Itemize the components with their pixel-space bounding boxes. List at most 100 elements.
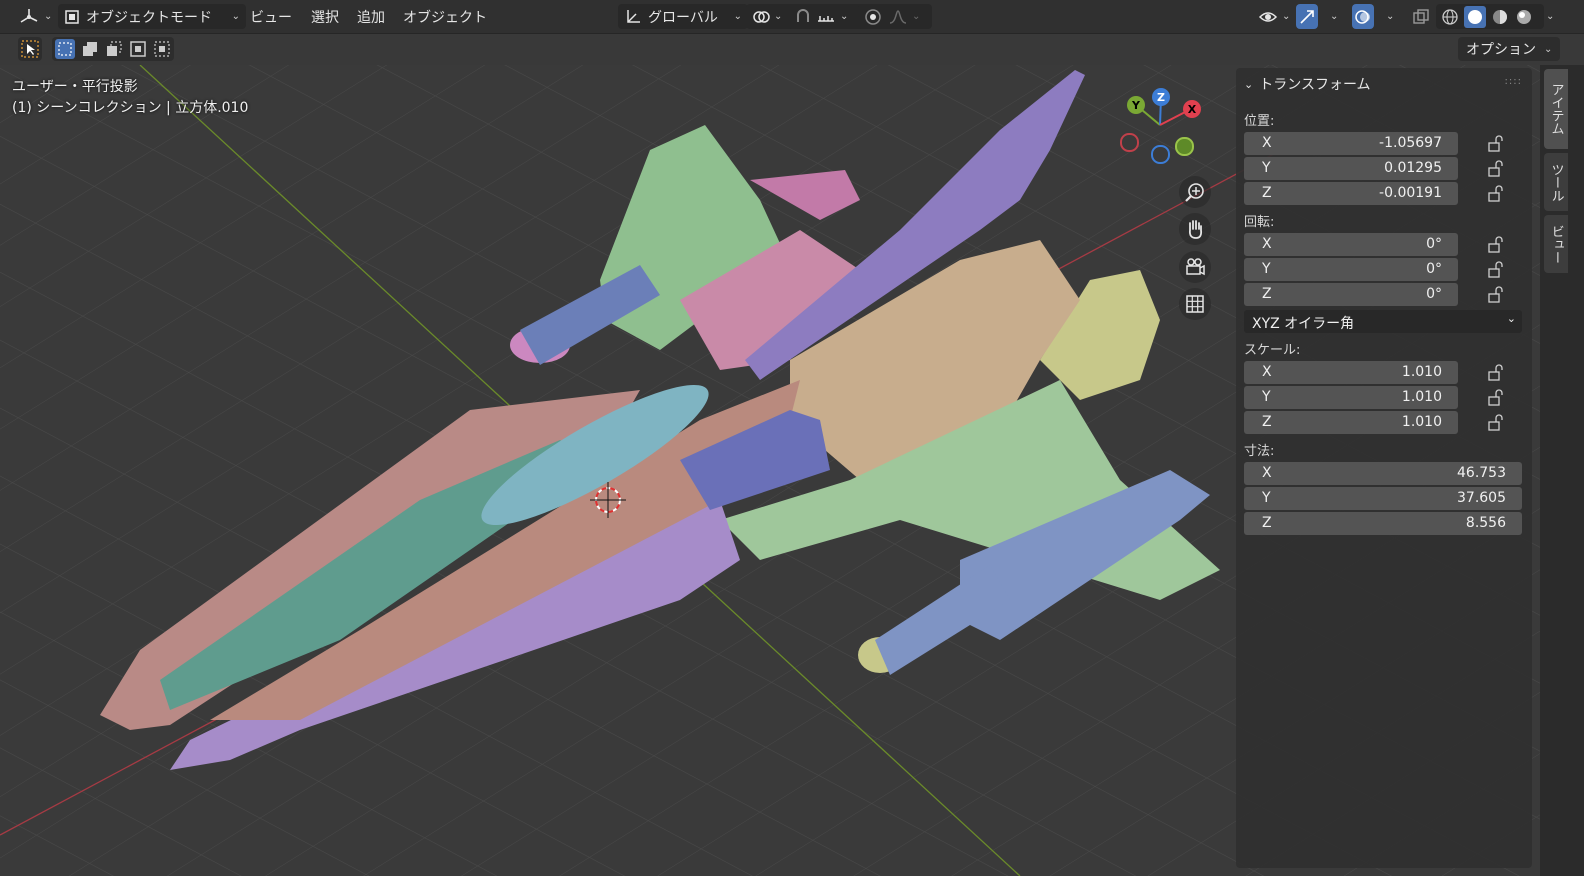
select-invert-icon[interactable] xyxy=(129,40,147,58)
scale-x-field[interactable]: X 1.010 xyxy=(1244,361,1458,384)
menu-select[interactable]: 選択 xyxy=(311,7,339,27)
scale-label: スケール: xyxy=(1244,343,1301,358)
gizmo-z-positive[interactable]: Z xyxy=(1152,88,1170,106)
dimensions-y-field[interactable]: Y 37.605 xyxy=(1244,487,1522,510)
visibility-dropdown[interactable]: ⌄ xyxy=(1252,4,1296,29)
solid-shading-icon[interactable] xyxy=(1464,5,1486,28)
grid-icon xyxy=(1186,295,1204,313)
location-y-field[interactable]: Y 0.01295 xyxy=(1244,157,1458,180)
overlays-dropdown[interactable]: ⌄ xyxy=(1376,4,1400,29)
field-value: 8.556 xyxy=(1465,515,1506,531)
hand-icon xyxy=(1188,220,1203,239)
gizmo-y-positive[interactable]: Y xyxy=(1127,96,1145,114)
pivot-point-dropdown[interactable]: ⌄ xyxy=(746,4,794,29)
chevron-down-icon: ⌄ xyxy=(1282,11,1291,22)
sidebar-panel: ⌄ トランスフォーム :::: 位置: X -1.05697 Y 0.01295 Z… xyxy=(1236,68,1532,868)
orientation-label: グローバル xyxy=(648,9,718,26)
field-value: -1.05697 xyxy=(1379,135,1442,151)
axis-label: X xyxy=(1262,135,1272,151)
lock-location-y-icon[interactable] xyxy=(1486,159,1506,179)
falloff-curve-icon xyxy=(889,9,907,24)
rendered-shading-icon[interactable] xyxy=(1514,7,1534,27)
chevron-down-icon: ⌄ xyxy=(1330,11,1339,22)
rotation-z-field[interactable]: Z 0° xyxy=(1244,283,1458,306)
rotation-y-field[interactable]: Y 0° xyxy=(1244,258,1458,281)
dimensions-x-field[interactable]: X 46.753 xyxy=(1244,462,1522,485)
lock-scale-z-icon[interactable] xyxy=(1486,413,1506,433)
axis-label: Y xyxy=(1262,490,1271,506)
tab-view[interactable]: ビュー xyxy=(1544,215,1568,273)
lock-rotation-x-icon[interactable] xyxy=(1486,235,1506,255)
location-x-field[interactable]: X -1.05697 xyxy=(1244,132,1458,155)
cursor-select-icon xyxy=(21,40,39,58)
view-name: ユーザー・平行投影 xyxy=(12,79,138,95)
snap-group[interactable]: ⌄ xyxy=(788,4,864,29)
rotation-x-field[interactable]: X 0° xyxy=(1244,233,1458,256)
xray-toggle-button[interactable] xyxy=(1406,4,1436,29)
transform-section-header[interactable]: ⌄ トランスフォーム xyxy=(1244,74,1371,94)
tool-settings-bar: オプション ⌄ xyxy=(0,33,1584,65)
object-mode-icon xyxy=(65,9,79,24)
chevron-down-icon: ⌄ xyxy=(1506,312,1516,325)
menu-object[interactable]: オブジェクト xyxy=(403,7,487,27)
gizmo-y-negative[interactable] xyxy=(1175,137,1194,156)
chevron-down-icon: ⌄ xyxy=(1244,77,1254,91)
select-intersect-icon[interactable] xyxy=(153,40,171,58)
mode-label: オブジェクトモード xyxy=(86,9,212,26)
gizmo-dropdown[interactable]: ⌄ xyxy=(1320,4,1344,29)
field-value: 1.010 xyxy=(1401,389,1442,405)
select-set-icon[interactable] xyxy=(55,39,75,59)
options-dropdown[interactable]: オプション ⌄ xyxy=(1458,37,1561,61)
shading-dropdown[interactable]: ⌄ xyxy=(1536,4,1560,29)
select-extend-icon[interactable] xyxy=(81,40,99,58)
selection-mode-group xyxy=(52,37,174,61)
wireframe-shading-icon[interactable] xyxy=(1440,7,1460,27)
lock-location-x-icon[interactable] xyxy=(1486,134,1506,154)
chevron-down-icon: ⌄ xyxy=(44,11,53,22)
drag-handle-icon[interactable]: :::: xyxy=(1505,76,1522,87)
navigation-gizmo[interactable]: Y Z X xyxy=(1116,85,1206,175)
overlays-toggle-button[interactable] xyxy=(1352,4,1374,29)
tab-tool[interactable]: ツール xyxy=(1544,153,1568,211)
mode-dropdown[interactable]: オブジェクトモード ⌄ xyxy=(58,4,246,29)
collection-info: (1) シーンコレクション | 立方体.010 xyxy=(12,100,249,116)
gizmo-toggle-button[interactable] xyxy=(1296,4,1318,29)
zoom-button[interactable] xyxy=(1179,176,1211,208)
lock-rotation-z-icon[interactable] xyxy=(1486,285,1506,305)
overlays-icon xyxy=(1355,9,1370,24)
tab-item[interactable]: アイテム xyxy=(1544,69,1568,149)
chevron-down-icon: ⌄ xyxy=(912,11,921,22)
pivot-icon xyxy=(753,10,770,23)
section-title: トランスフォーム xyxy=(1259,77,1371,93)
ortho-toggle-button[interactable] xyxy=(1179,288,1211,320)
field-value: 0° xyxy=(1426,236,1442,252)
gizmo-z-negative[interactable] xyxy=(1151,145,1170,164)
pan-button[interactable] xyxy=(1179,213,1211,245)
select-subtract-icon[interactable] xyxy=(105,40,123,58)
chevron-down-icon: ⌄ xyxy=(1386,11,1395,22)
axis-label: Z xyxy=(1262,286,1272,302)
lock-rotation-y-icon[interactable] xyxy=(1486,260,1506,280)
transform-orientation-dropdown[interactable]: グローバル ⌄ xyxy=(618,4,748,29)
lock-location-z-icon[interactable] xyxy=(1486,184,1506,204)
gizmo-x-positive[interactable]: X xyxy=(1183,100,1201,118)
dimensions-z-field[interactable]: Z 8.556 xyxy=(1244,512,1522,535)
gizmo-x-negative[interactable] xyxy=(1120,133,1139,152)
location-z-field[interactable]: Z -0.00191 xyxy=(1244,182,1458,205)
lock-scale-y-icon[interactable] xyxy=(1486,388,1506,408)
lock-scale-x-icon[interactable] xyxy=(1486,363,1506,383)
editor-type-icon xyxy=(20,8,38,23)
material-shading-icon[interactable] xyxy=(1490,7,1510,27)
scale-y-field[interactable]: Y 1.010 xyxy=(1244,386,1458,409)
editor-type-button[interactable]: ⌄ xyxy=(12,4,58,29)
proportional-editing-group[interactable]: ⌄ xyxy=(858,4,932,29)
scale-z-field[interactable]: Z 1.010 xyxy=(1244,411,1458,434)
menu-add[interactable]: 追加 xyxy=(357,7,385,27)
camera-view-button[interactable] xyxy=(1179,251,1211,283)
menu-view[interactable]: ビュー xyxy=(250,7,292,27)
rotation-mode-dropdown[interactable]: XYZ オイラー角 ⌄ xyxy=(1244,310,1522,333)
field-value: 46.753 xyxy=(1457,465,1506,481)
select-tool-button[interactable] xyxy=(18,37,42,61)
chevron-down-icon: ⌄ xyxy=(774,11,783,22)
location-label: 位置: xyxy=(1244,114,1275,129)
